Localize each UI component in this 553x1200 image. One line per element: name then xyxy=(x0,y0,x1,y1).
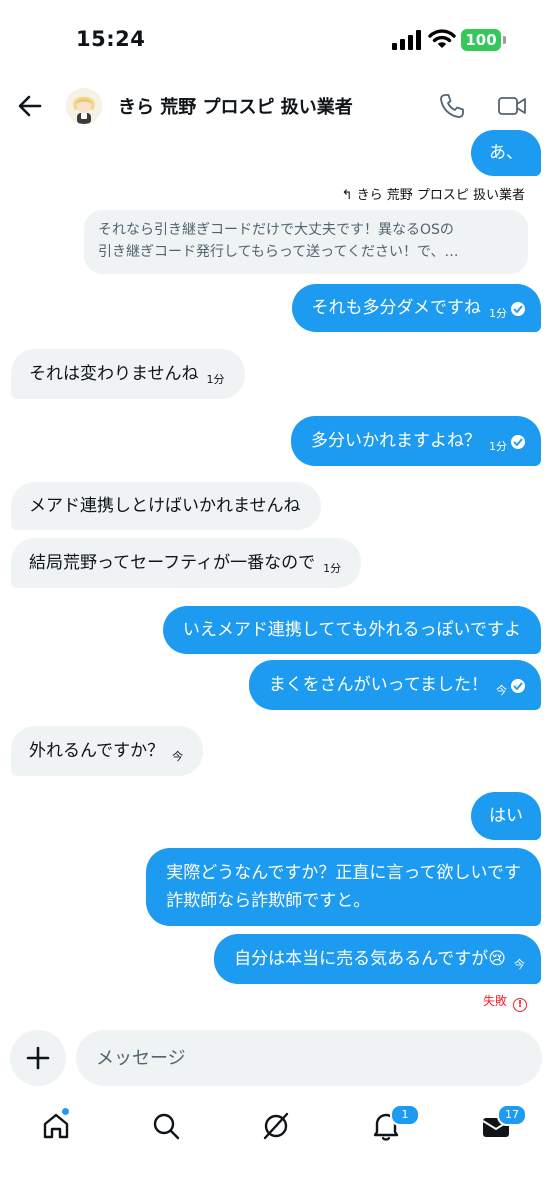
message-text: それも多分ダメですね xyxy=(311,298,482,318)
nav-notifications[interactable]: 1 xyxy=(370,1104,420,1142)
message-bubble-outgoing[interactable]: 多分いかれますよね？ 1分 xyxy=(291,416,541,466)
quoted-line-2: 引き継ぎコード発行してもらって送ってください！で、… xyxy=(98,244,459,260)
notifications-badge: 1 xyxy=(390,1104,420,1126)
message-time: 今 xyxy=(172,750,184,763)
message-bubble-outgoing[interactable]: まくをさんがいってました！ 今 xyxy=(248,660,541,710)
message-bubble-outgoing[interactable]: 実際どうなんですか？正直に言って欲しいです 詐欺師なら詐欺師ですと。 xyxy=(146,848,541,926)
message-input[interactable] xyxy=(76,1030,542,1086)
message-text: まくをさんがいってました！ xyxy=(268,675,488,695)
message-text: 結局荒野ってセーフティが一番なので xyxy=(29,553,316,573)
nav-grok[interactable] xyxy=(260,1110,292,1142)
message-time: 今 xyxy=(496,684,507,697)
message-bubble-outgoing[interactable]: あ、 xyxy=(471,130,541,176)
message-bubble-incoming[interactable]: メアド連携しとけばいかれませんね xyxy=(11,482,321,530)
message-text: それは変わりませんね xyxy=(29,364,199,384)
message-time: 1分 xyxy=(206,373,225,386)
message-bubble-outgoing[interactable]: それも多分ダメですね 1分 xyxy=(291,284,541,332)
home-unread-dot xyxy=(61,1107,70,1116)
read-check-icon xyxy=(511,302,525,316)
nav-messages[interactable]: 17 xyxy=(480,1104,527,1142)
message-text: あ、 xyxy=(489,143,523,163)
reply-context: ↰ きら 荒野 プロスピ 扱い業者 xyxy=(342,184,525,203)
bottom-navigation: 1 17 xyxy=(0,1100,553,1160)
message-bubble-outgoing[interactable]: 自分は本当に売る気あるんですが😢 今 xyxy=(214,934,541,984)
message-text-line-1: 実際どうなんですか？正直に言って欲しいです xyxy=(166,863,521,883)
quoted-line-1: それなら引き継ぎコードだけで大丈夫です！異なるOSの xyxy=(98,222,454,238)
message-text: いえメアド連携してても外れるっぽいですよ xyxy=(182,620,521,640)
grok-icon xyxy=(263,1112,289,1140)
quoted-message[interactable]: それなら引き継ぎコードだけで大丈夫です！異なるOSの 引き継ぎコード発行してもら… xyxy=(84,210,528,274)
message-text: 多分いかれますよね？ xyxy=(311,431,481,451)
message-bubble-incoming[interactable]: 外れるんですか？ 今 xyxy=(11,726,204,776)
send-failed-status[interactable]: 失敗! xyxy=(483,992,527,1012)
nav-home[interactable] xyxy=(40,1107,72,1142)
error-info-icon: ! xyxy=(513,998,527,1012)
failed-label: 失敗 xyxy=(482,994,507,1008)
read-check-icon xyxy=(511,435,525,449)
message-text-line-2: 詐欺師なら詐欺師ですと。 xyxy=(166,891,371,911)
message-text: 自分は本当に売る気あるんですが xyxy=(234,949,489,969)
message-time: 1分 xyxy=(489,307,507,320)
message-composer xyxy=(0,1028,553,1088)
search-icon xyxy=(153,1113,180,1140)
message-bubble-outgoing[interactable]: はい xyxy=(471,792,541,840)
message-bubble-outgoing[interactable]: いえメアド連携してても外れるっぽいですよ xyxy=(162,606,541,654)
crying-face-emoji: 😢 xyxy=(488,949,506,969)
message-list: あ、 ↰ きら 荒野 プロスピ 扱い業者 それなら引き継ぎコードだけで大丈夫です… xyxy=(0,0,553,1020)
message-time: 1分 xyxy=(323,562,342,575)
read-check-icon xyxy=(511,679,525,693)
message-text: メアド連携しとけばいかれませんね xyxy=(29,496,301,516)
reply-to-name: きら 荒野 プロスピ 扱い業者 xyxy=(356,188,525,203)
message-bubble-incoming[interactable]: それは変わりませんね 1分 xyxy=(11,349,245,399)
message-time: 今 xyxy=(514,958,525,971)
plus-icon xyxy=(26,1046,50,1070)
message-text: 外れるんですか？ xyxy=(29,741,165,761)
message-text: はい xyxy=(489,806,523,826)
nav-search[interactable] xyxy=(150,1110,182,1142)
messages-badge: 17 xyxy=(497,1104,527,1126)
reply-arrow-icon: ↰ xyxy=(341,188,357,203)
message-time: 1分 xyxy=(489,440,507,453)
add-attachment-button[interactable] xyxy=(10,1030,66,1086)
message-bubble-incoming[interactable]: 結局荒野ってセーフティが一番なので 1分 xyxy=(11,538,362,588)
